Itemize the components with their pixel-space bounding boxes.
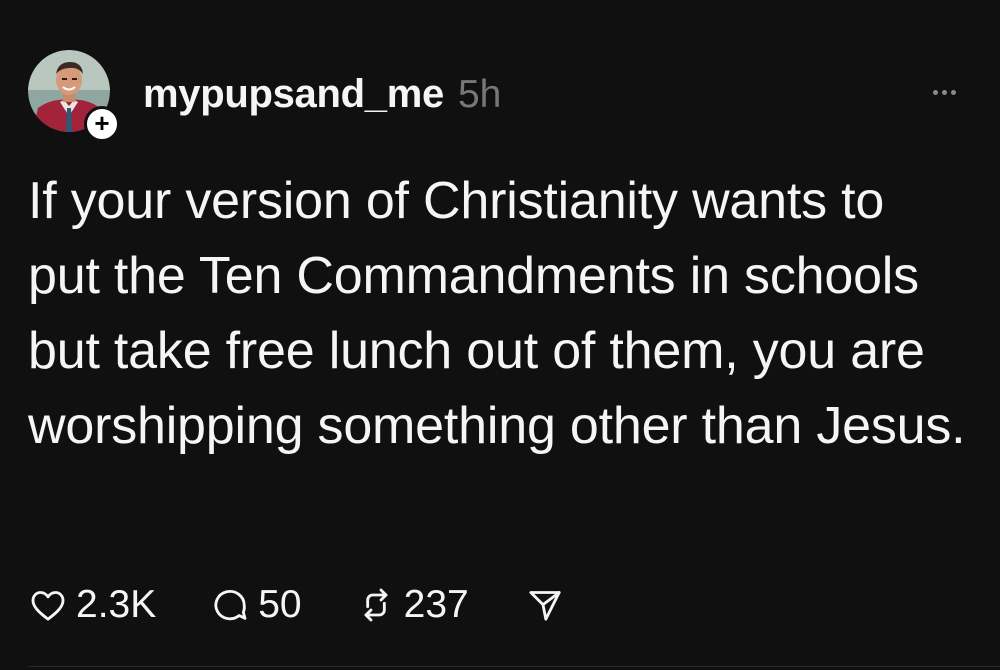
timestamp: 5h xyxy=(457,73,502,116)
paper-plane-icon xyxy=(529,591,561,621)
like-button[interactable]: 2.3K xyxy=(28,583,156,627)
share-button[interactable] xyxy=(525,585,565,625)
more-horizontal-icon xyxy=(932,89,938,95)
more-horizontal-icon xyxy=(950,89,956,95)
post-header: mypupsand_me 5h xyxy=(143,72,501,118)
more-options-button[interactable] xyxy=(924,80,964,104)
repost-button[interactable]: 237 xyxy=(356,583,469,627)
post-actions-bar: 2.3K 50 237 xyxy=(28,580,565,630)
avatar-container: + xyxy=(28,50,120,142)
repost-count: 237 xyxy=(403,583,469,626)
post-body-text: If your version of Christianity wants to… xyxy=(28,172,966,455)
post-divider xyxy=(28,666,1000,667)
username[interactable]: mypupsand_me xyxy=(143,72,444,117)
like-count: 2.3K xyxy=(76,583,157,626)
thread-post: + mypupsand_me 5h If your version of Chr… xyxy=(0,0,1000,670)
follow-plus-button[interactable]: + xyxy=(84,106,120,142)
speech-bubble-icon xyxy=(214,590,247,621)
reply-count: 50 xyxy=(258,583,302,626)
repost-arrows-icon xyxy=(364,588,388,622)
heart-icon xyxy=(31,591,65,621)
more-horizontal-icon xyxy=(941,89,947,95)
reply-button[interactable]: 50 xyxy=(210,583,302,627)
